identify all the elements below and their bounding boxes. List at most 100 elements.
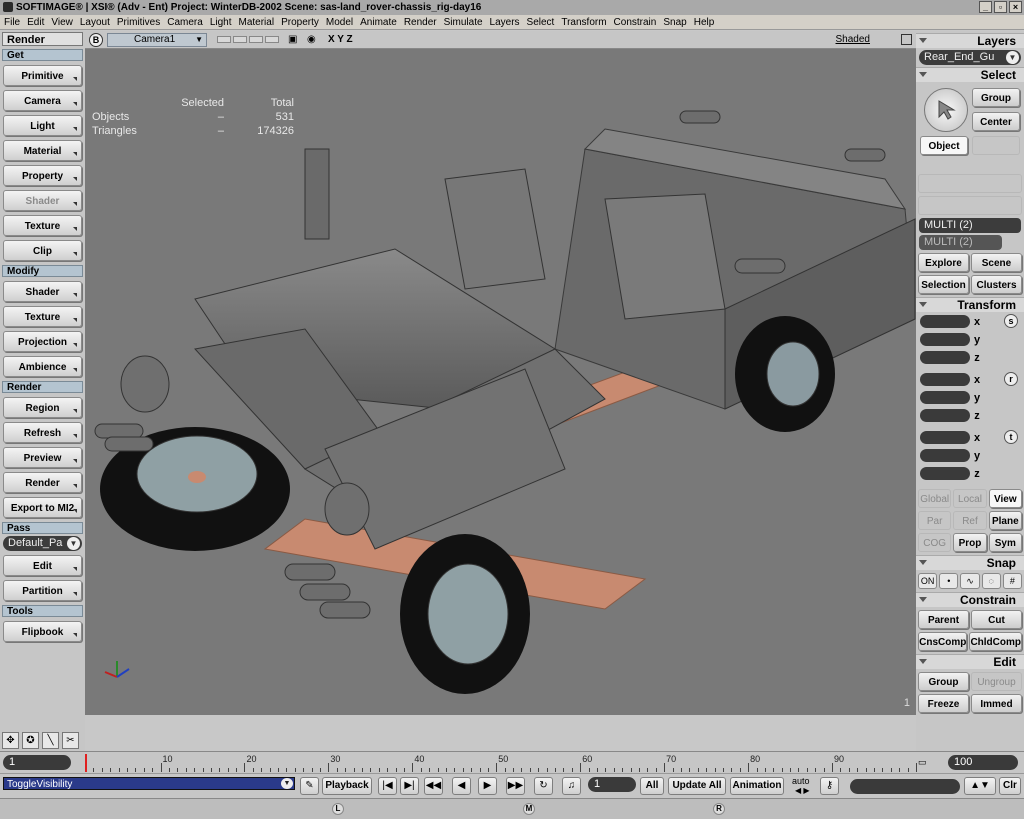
menu-property[interactable]: Property [281, 17, 319, 28]
prop-button[interactable]: Prop [953, 533, 987, 552]
select-empty-button[interactable] [972, 136, 1020, 155]
menu-light[interactable]: Light [210, 17, 232, 28]
select-header[interactable]: Select [916, 67, 1024, 82]
rotate-r-icon[interactable]: r [1004, 372, 1018, 386]
rewind-icon[interactable]: ◀◀ [424, 777, 443, 795]
cut-button[interactable]: Cut [971, 610, 1022, 629]
select-center-button[interactable]: Center [972, 112, 1020, 131]
modify-projection-button[interactable]: Projection [3, 331, 82, 352]
scale-s-icon[interactable]: s [1004, 314, 1018, 328]
selection-info-field[interactable]: MULTI (2) [919, 218, 1021, 233]
get-light-button[interactable]: Light [3, 115, 82, 136]
key-arrows-icon[interactable]: ◀ ▶ [795, 786, 810, 795]
timeline-start-field[interactable]: 1 [3, 755, 71, 770]
snap-on-toggle[interactable]: ON [918, 573, 938, 589]
select-object-button[interactable]: Object [920, 136, 968, 155]
snap-header[interactable]: Snap [916, 555, 1024, 570]
viewport-letter[interactable]: B [89, 33, 103, 47]
rotate-x-field[interactable] [920, 373, 970, 386]
get-texture-button[interactable]: Texture [3, 215, 82, 236]
select-tool-button[interactable] [924, 88, 968, 132]
get-material-button[interactable]: Material [3, 140, 82, 161]
translate-y-field[interactable] [920, 449, 970, 462]
menu-layers[interactable]: Layers [490, 17, 520, 28]
command-line[interactable]: ToggleVisibility ▼ [3, 777, 295, 790]
selection-info-field-2[interactable]: MULTI (2) [919, 235, 1002, 250]
key-nav-icon[interactable]: ▲▼ [964, 777, 996, 795]
update-all-button[interactable]: Update All [668, 777, 726, 795]
sym-button[interactable]: Sym [988, 533, 1022, 552]
immed-button[interactable]: Immed [971, 694, 1022, 713]
select-filter-button[interactable] [918, 174, 1022, 193]
render-render-button[interactable]: Render [3, 472, 82, 493]
transform-header[interactable]: Transform [916, 297, 1024, 312]
constrain-header[interactable]: Constrain [916, 592, 1024, 607]
view-slot[interactable] [249, 36, 263, 43]
last-frame-icon[interactable]: ▶| [400, 777, 419, 795]
par-button[interactable]: Par [918, 511, 952, 530]
scale-z-field[interactable] [920, 351, 970, 364]
script-icon[interactable]: ✎ [300, 777, 319, 795]
timeline-end-field[interactable]: 100 [948, 755, 1018, 770]
snap-surface-icon[interactable]: ◌ [981, 573, 1001, 589]
modify-ambience-button[interactable]: Ambience [3, 356, 82, 377]
get-primitive-button[interactable]: Primitive [3, 65, 82, 86]
timeline-ruler[interactable]: 10 20 30 40 50 60 70 80 90 [85, 754, 917, 772]
translate-t-icon[interactable]: t [1004, 430, 1018, 444]
camera-dropdown[interactable]: Camera1 ▼ [107, 33, 207, 47]
hair-toolbar-icon[interactable]: ╲ [42, 732, 59, 749]
toolbar-header[interactable]: Render [2, 32, 83, 46]
snap-curve-icon[interactable]: ∿ [960, 573, 980, 589]
selection-button[interactable]: Selection [918, 275, 969, 294]
display-mode-menu[interactable]: Shaded [836, 34, 870, 45]
eye-icon[interactable]: ◉ [307, 34, 316, 45]
key-value-field[interactable] [850, 779, 960, 794]
loop-icon[interactable]: ↻ [534, 777, 553, 795]
menu-simulate[interactable]: Simulate [444, 17, 483, 28]
close-button[interactable]: × [1009, 1, 1022, 13]
global-button[interactable]: Global [918, 489, 952, 508]
3d-viewport[interactable]: Selected Total Objects – 531 Triangles – 1743… [85, 49, 916, 715]
maximize-viewport-icon[interactable] [901, 34, 912, 45]
playback-menu[interactable]: Playback [322, 777, 372, 795]
local-button[interactable]: Local [953, 489, 987, 508]
get-property-button[interactable]: Property [3, 165, 82, 186]
menu-render[interactable]: Render [404, 17, 437, 28]
minimize-button[interactable]: _ [979, 1, 992, 13]
snap-point-icon[interactable]: • [939, 573, 959, 589]
select-filter-button-2[interactable] [918, 196, 1022, 215]
audio-icon[interactable]: ♫ [562, 777, 581, 795]
rotate-y-field[interactable] [920, 391, 970, 404]
xyz-axes-label[interactable]: X Y Z [328, 34, 353, 45]
model-toolbar-icon[interactable]: ✥ [2, 732, 19, 749]
edit-header[interactable]: Edit [916, 654, 1024, 669]
view-slot[interactable] [217, 36, 231, 43]
menu-view[interactable]: View [51, 17, 73, 28]
plane-button[interactable]: Plane [988, 511, 1022, 530]
scale-x-field[interactable] [920, 315, 970, 328]
translate-x-field[interactable] [920, 431, 970, 444]
menu-primitives[interactable]: Primitives [117, 17, 160, 28]
timeline-playhead[interactable] [85, 754, 87, 772]
get-shader-button[interactable]: Shader [3, 190, 82, 211]
parent-button[interactable]: Parent [918, 610, 969, 629]
pass-edit-button[interactable]: Edit [3, 555, 82, 576]
ref-button[interactable]: Ref [953, 511, 987, 530]
get-camera-button[interactable]: Camera [3, 90, 82, 111]
play-icon[interactable]: ▶ [478, 777, 497, 795]
prev-frame-icon[interactable]: ◀ [452, 777, 471, 795]
translate-z-field[interactable] [920, 467, 970, 480]
scale-y-field[interactable] [920, 333, 970, 346]
modify-shader-button[interactable]: Shader [3, 281, 82, 302]
scene-button[interactable]: Scene [971, 253, 1022, 272]
menu-model[interactable]: Model [326, 17, 353, 28]
current-frame-field[interactable]: 1 [588, 777, 636, 792]
render-export-mi2-button[interactable]: Export to MI2 [3, 497, 82, 518]
menu-select[interactable]: Select [527, 17, 555, 28]
chldcomp-button[interactable]: ChldComp [969, 632, 1022, 651]
first-frame-icon[interactable]: |◀ [378, 777, 397, 795]
forward-icon[interactable]: ▶▶ [506, 777, 525, 795]
view-button[interactable]: View [988, 489, 1022, 508]
menu-file[interactable]: File [4, 17, 20, 28]
ungroup-button[interactable]: Ungroup [971, 672, 1022, 691]
